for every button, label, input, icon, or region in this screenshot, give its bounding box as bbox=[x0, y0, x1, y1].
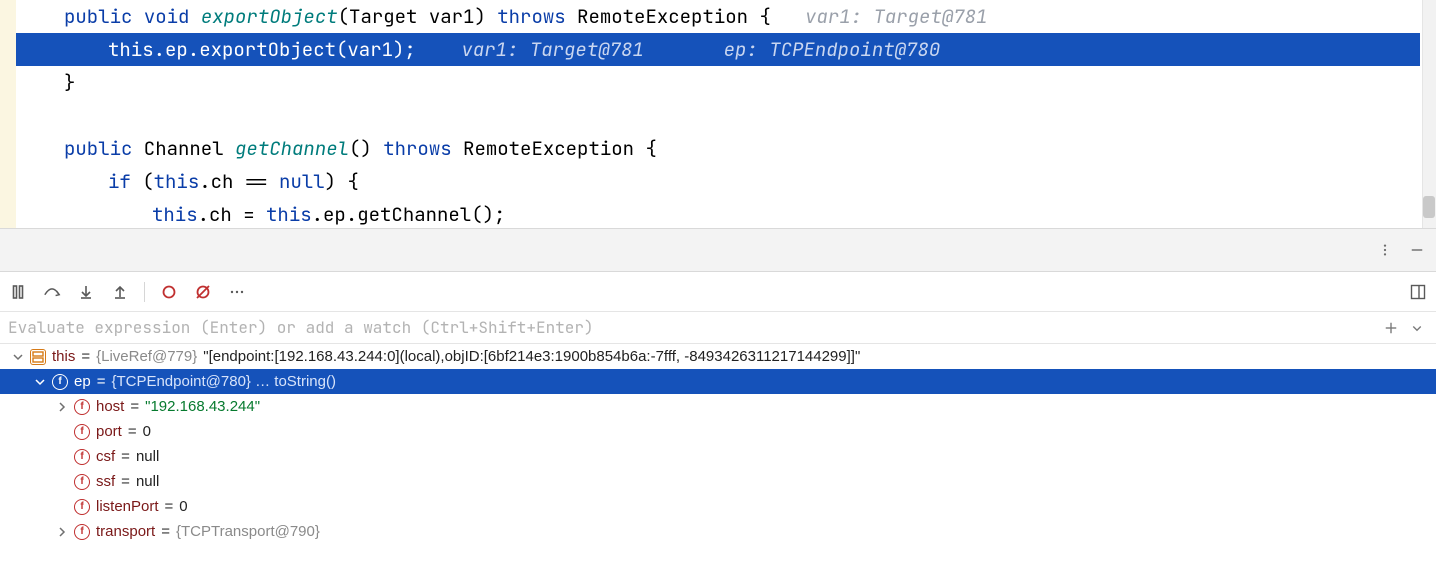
layout-settings-icon[interactable] bbox=[1408, 282, 1428, 302]
field-icon: f bbox=[74, 424, 90, 440]
variable-type-value: {TCPEndpoint@780} … toString() bbox=[111, 373, 336, 390]
variable-row[interactable]: f host = "192.168.43.244" bbox=[0, 394, 1436, 419]
mute-breakpoints-icon[interactable] bbox=[193, 282, 213, 302]
variable-type-value: {TCPTransport@790} bbox=[176, 523, 320, 540]
field-icon: f bbox=[74, 474, 90, 490]
chevron-right-icon[interactable] bbox=[56, 401, 68, 413]
variable-value: null bbox=[136, 473, 159, 490]
code-line[interactable] bbox=[16, 99, 1420, 132]
evaluate-expression-row bbox=[0, 312, 1436, 344]
field-icon: f bbox=[74, 499, 90, 515]
equals-text: = bbox=[130, 398, 139, 415]
chevron-down-icon[interactable] bbox=[34, 376, 46, 388]
toolbar-separator bbox=[144, 282, 145, 302]
code-line[interactable]: this.ep.exportObject(var1); var1: Target… bbox=[16, 33, 1420, 66]
chevron-placeholder bbox=[56, 451, 68, 463]
step-over-icon[interactable] bbox=[42, 282, 62, 302]
variable-name: this bbox=[52, 348, 75, 365]
debug-panel-header bbox=[0, 228, 1436, 272]
expand-chevron-icon[interactable] bbox=[1406, 317, 1428, 339]
field-icon: f bbox=[52, 374, 68, 390]
scrollbar-thumb[interactable] bbox=[1423, 196, 1435, 218]
variable-name: port bbox=[96, 423, 122, 440]
code-line[interactable]: public void exportObject(Target var1) th… bbox=[16, 0, 1420, 33]
variable-row[interactable]: f csf = null bbox=[0, 444, 1436, 469]
variable-string-value: "192.168.43.244" bbox=[145, 398, 260, 415]
variable-name: csf bbox=[96, 448, 115, 465]
chevron-placeholder bbox=[56, 476, 68, 488]
minimize-icon[interactable] bbox=[1406, 239, 1428, 261]
editor-scrollbar[interactable] bbox=[1422, 0, 1436, 228]
equals-text: = bbox=[161, 523, 170, 540]
equals-text: = bbox=[165, 498, 174, 515]
code-editor[interactable]: public void exportObject(Target var1) th… bbox=[0, 0, 1436, 228]
pause-icon[interactable] bbox=[8, 282, 28, 302]
variables-tree[interactable]: this = {LiveRef@779} "[endpoint:[192.168… bbox=[0, 344, 1436, 566]
more-vertical-icon[interactable] bbox=[1374, 239, 1396, 261]
variable-value: 0 bbox=[143, 423, 151, 440]
variable-row[interactable]: this = {LiveRef@779} "[endpoint:[192.168… bbox=[0, 344, 1436, 369]
variable-row[interactable]: f ssf = null bbox=[0, 469, 1436, 494]
variable-name: listenPort bbox=[96, 498, 159, 515]
variable-name: host bbox=[96, 398, 124, 415]
equals-text: = bbox=[97, 373, 106, 390]
field-icon: f bbox=[74, 524, 90, 540]
field-icon: f bbox=[74, 449, 90, 465]
variable-type-value: {LiveRef@779} bbox=[96, 348, 197, 365]
debugger-toolbar bbox=[0, 272, 1436, 312]
code-line[interactable]: this.ch = this.ep.getChannel(); bbox=[16, 198, 1420, 228]
code-line[interactable]: } bbox=[16, 66, 1420, 99]
more-horizontal-icon[interactable] bbox=[227, 282, 247, 302]
variable-name: transport bbox=[96, 523, 155, 540]
variable-row[interactable]: f listenPort = 0 bbox=[0, 494, 1436, 519]
step-out-icon[interactable] bbox=[110, 282, 130, 302]
chevron-placeholder bbox=[56, 426, 68, 438]
chevron-placeholder bbox=[56, 501, 68, 513]
chevron-down-icon[interactable] bbox=[12, 351, 24, 363]
variable-row[interactable]: f port = 0 bbox=[0, 419, 1436, 444]
view-breakpoints-icon[interactable] bbox=[159, 282, 179, 302]
equals-text: = bbox=[121, 473, 130, 490]
equals-text: = bbox=[128, 423, 137, 440]
variable-value: 0 bbox=[179, 498, 187, 515]
editor-gutter bbox=[0, 0, 16, 228]
variable-name: ep bbox=[74, 373, 91, 390]
inline-hint: var1: Target@781 ep: TCPEndpoint@780 bbox=[416, 37, 940, 62]
equals-text: = bbox=[121, 448, 130, 465]
code-line[interactable]: if (this.ch == null) { bbox=[16, 165, 1420, 198]
add-watch-icon[interactable] bbox=[1380, 317, 1402, 339]
execution-point-marker bbox=[0, 33, 16, 66]
chevron-right-icon[interactable] bbox=[56, 526, 68, 538]
step-into-icon[interactable] bbox=[76, 282, 96, 302]
inline-hint: var1: Target@781 bbox=[771, 4, 988, 29]
variable-name: ssf bbox=[96, 473, 115, 490]
variable-value: null bbox=[136, 448, 159, 465]
evaluate-expression-input[interactable] bbox=[8, 317, 1376, 338]
variable-row[interactable]: f transport = {TCPTransport@790} bbox=[0, 519, 1436, 544]
this-icon bbox=[30, 349, 46, 365]
equals-text: = bbox=[81, 348, 90, 365]
field-icon: f bbox=[74, 399, 90, 415]
code-line[interactable]: public Channel getChannel() throws Remot… bbox=[16, 132, 1420, 165]
variable-value: "[endpoint:[192.168.43.244:0](local),obj… bbox=[203, 348, 860, 365]
variable-row[interactable]: f ep = {TCPEndpoint@780} … toString() bbox=[0, 369, 1436, 394]
